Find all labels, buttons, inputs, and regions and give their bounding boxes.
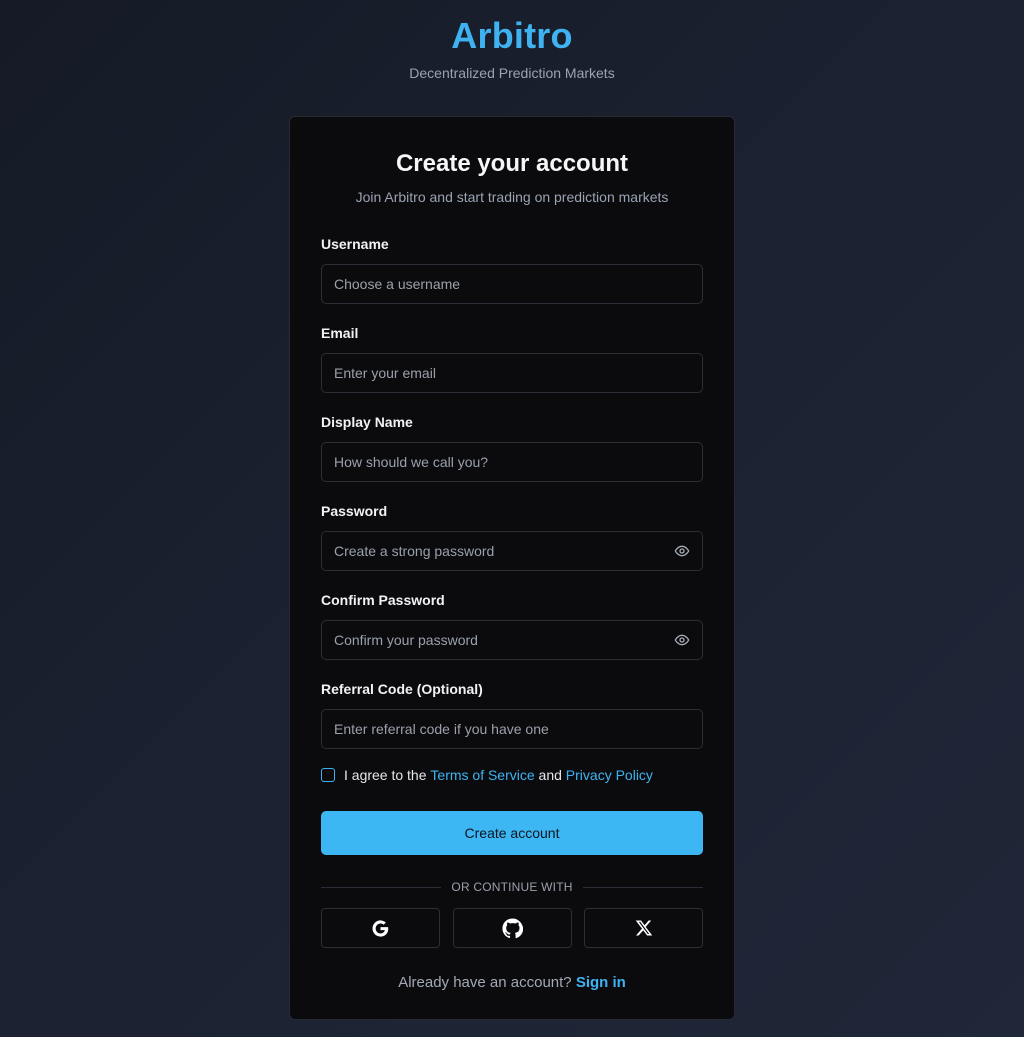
terms-conjunction-text: and — [538, 767, 562, 783]
eye-icon[interactable] — [673, 632, 691, 648]
divider-label: OR CONTINUE WITH — [451, 880, 573, 894]
brand-header: Arbitro Decentralized Prediction Markets — [0, 14, 1024, 82]
sign-in-link[interactable]: Sign in — [576, 974, 626, 991]
signup-card: Create your account Join Arbitro and sta… — [289, 116, 735, 1020]
confirm-password-input-wrapper — [321, 620, 703, 660]
app-logo-title: Arbitro — [451, 15, 573, 56]
eye-icon[interactable] — [673, 543, 691, 559]
email-input-wrapper — [321, 353, 703, 393]
username-label: Username — [321, 236, 389, 252]
signin-prompt-text: Already have an account? — [398, 974, 572, 991]
github-icon — [501, 917, 523, 938]
google-login-button[interactable] — [321, 908, 440, 948]
display-name-field-group: Display Name — [321, 413, 703, 482]
x-login-button[interactable] — [584, 908, 703, 948]
social-login-row — [321, 908, 703, 948]
social-divider: OR CONTINUE WITH — [321, 879, 704, 895]
form-subtitle: Join Arbitro and start trading on predic… — [355, 189, 669, 205]
username-input[interactable] — [322, 265, 702, 303]
privacy-policy-link[interactable]: Privacy Policy — [566, 767, 653, 783]
app-tagline: Decentralized Prediction Markets — [409, 65, 615, 81]
display-name-input[interactable] — [322, 443, 702, 481]
email-label: Email — [321, 325, 359, 341]
display-name-label: Display Name — [321, 414, 413, 430]
password-input-wrapper — [321, 531, 703, 571]
referral-label: Referral Code (Optional) — [321, 681, 483, 697]
terms-of-service-link[interactable]: Terms of Service — [430, 767, 534, 783]
create-account-button[interactable]: Create account — [321, 811, 703, 855]
confirm-password-field-group: Confirm Password — [321, 591, 703, 660]
x-icon — [635, 920, 652, 936]
display-name-input-wrapper — [321, 442, 703, 482]
signin-prompt: Already have an account? Sign in — [321, 974, 703, 991]
terms-checkbox[interactable] — [321, 768, 335, 782]
referral-input-wrapper — [321, 709, 703, 749]
confirm-password-input[interactable] — [322, 621, 702, 659]
github-login-button[interactable] — [452, 908, 572, 948]
google-icon — [372, 919, 389, 937]
password-input[interactable] — [322, 532, 702, 570]
password-field-group: Password — [321, 502, 703, 571]
username-field-group: Username — [321, 235, 703, 304]
terms-prefix-text: I agree to the — [344, 767, 427, 783]
password-label: Password — [321, 503, 388, 519]
username-input-wrapper — [321, 264, 703, 304]
terms-agreement: I agree to the Terms of Service and Priv… — [321, 765, 703, 785]
referral-field-group: Referral Code (Optional) — [321, 680, 703, 749]
confirm-password-label: Confirm Password — [321, 592, 445, 608]
referral-code-input[interactable] — [322, 710, 702, 748]
email-field-group: Email — [321, 324, 703, 393]
divider-line-right — [582, 886, 704, 888]
form-title: Create your account — [395, 150, 629, 177]
email-input[interactable] — [322, 354, 702, 392]
divider-line-left — [321, 886, 442, 888]
